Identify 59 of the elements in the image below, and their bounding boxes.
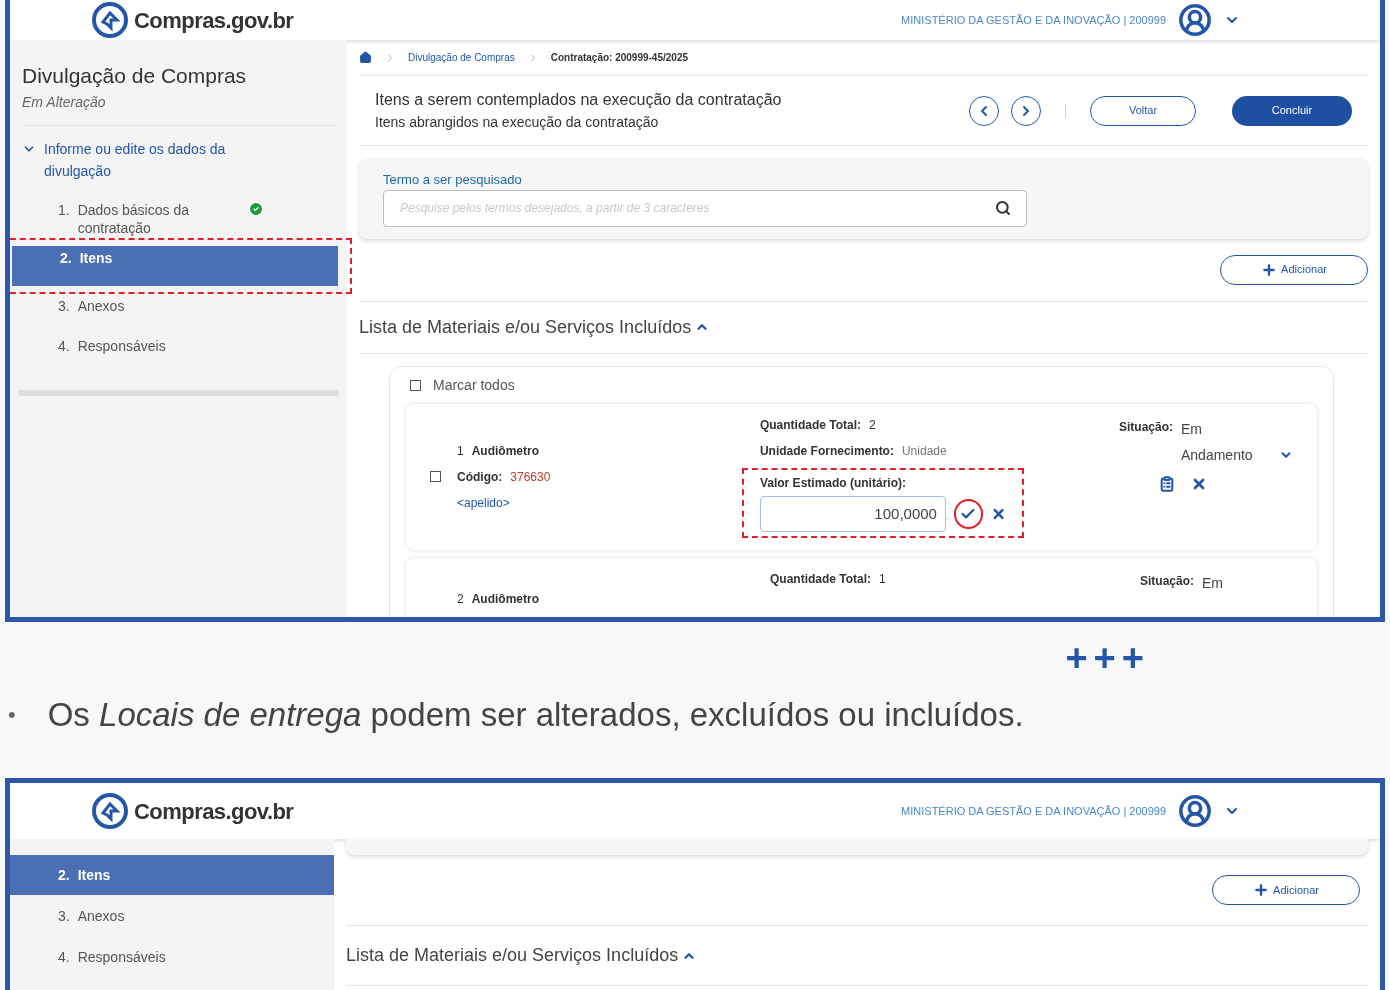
quantity-label: Quantidade Total: [759, 416, 862, 434]
user-avatar-icon[interactable] [1178, 794, 1212, 828]
back-button[interactable]: Voltar [1090, 95, 1196, 126]
status-value: Em Andamento [1181, 419, 1254, 465]
item-number: 2 [457, 590, 464, 608]
quantity-label: Quantidade Total: [770, 570, 872, 588]
code-label: Código: [457, 468, 503, 486]
sidebar-subtitle: Em Alteração [22, 92, 107, 112]
item-number: 1 [457, 442, 464, 460]
clipboard-icon[interactable] [1159, 475, 1175, 492]
list-title: Lista de Materiais e/ou Serviços Incluídos [346, 944, 679, 967]
select-all-label: Marcar todos [433, 375, 515, 395]
plus-icon [1261, 261, 1278, 278]
item-name: Audiômetro [471, 442, 540, 460]
sidebar-step[interactable]: 4. Responsáveis [10, 333, 347, 374]
checkbox[interactable] [430, 471, 441, 482]
logo-text: Compras.gov.br [134, 6, 294, 35]
unit-label: Unidade Fornecimento: [759, 442, 894, 460]
sidebar-step[interactable]: 4. Responsáveis [10, 937, 334, 977]
quantity-value: 2 [869, 416, 876, 434]
unit-value: Unidade [901, 442, 947, 460]
continuation-marks: +++ [1065, 638, 1150, 678]
confirm-button[interactable] [953, 498, 983, 529]
quantity-value: 1 [879, 570, 886, 588]
logo-icon [90, 791, 130, 831]
item-name: Audiômetro [471, 590, 540, 608]
finish-button[interactable]: Concluir [1232, 95, 1352, 126]
page-title: Itens a serem contemplados na execução da contratação [375, 90, 782, 110]
ministry-label: MINISTÉRIO DA GESTÃO E DA INOVAÇÃO | 200999 [901, 12, 1166, 28]
page-subtitle: Itens abrangidos na execução da contratação [375, 113, 660, 132]
list-title: Lista de Materiais e/ou Serviços Incluídos [359, 315, 692, 339]
logo-icon [90, 0, 130, 40]
logo-text: Compras.gov.br [134, 797, 294, 826]
status-label: Situação: [1119, 418, 1173, 436]
sidebar-step[interactable]: 1. Dados básicos da contratação [10, 197, 347, 238]
checkbox[interactable] [410, 379, 421, 391]
status-label: Situação: [1140, 572, 1194, 590]
sidebar-section[interactable]: Informe ou edite os dados da divulgação [10, 137, 347, 182]
add-button[interactable]: Adicionar [1212, 875, 1360, 905]
value-label: Valor Estimado (unitário): [759, 474, 907, 492]
code-value: 376630 [510, 468, 551, 486]
bullet: • [8, 701, 16, 730]
breadcrumb-current: Contratação: 200999-45/2025 [550, 51, 689, 65]
plus-icon [1253, 882, 1270, 898]
add-button[interactable]: Adicionar [1220, 254, 1368, 285]
breadcrumb-link[interactable]: Divulgação de Compras [408, 50, 515, 65]
sidebar-step[interactable]: 3. Anexos [10, 293, 347, 334]
alias-link[interactable]: <apelido> [457, 493, 551, 512]
status-value: Em [1202, 573, 1224, 593]
search-label: Termo a ser pesquisado [383, 171, 523, 189]
bullet-text: Os Locais de entrega podem ser alterados, excluídos ou incluídos. [47, 695, 1024, 735]
ministry-label: MINISTÉRIO DA GESTÃO E DA INOVAÇÃO | 200999 [901, 803, 1166, 819]
home-icon[interactable] [359, 51, 372, 64]
sidebar-title: Divulgação de Compras [22, 63, 248, 89]
user-avatar-icon[interactable] [1178, 3, 1212, 37]
sidebar-step[interactable]: 3. Anexos [10, 896, 334, 936]
sidebar-step[interactable]: 2. Itens [10, 855, 334, 895]
value-input[interactable]: 100,0000 [759, 495, 946, 532]
sidebar-step[interactable]: 2. Itens [12, 245, 338, 286]
